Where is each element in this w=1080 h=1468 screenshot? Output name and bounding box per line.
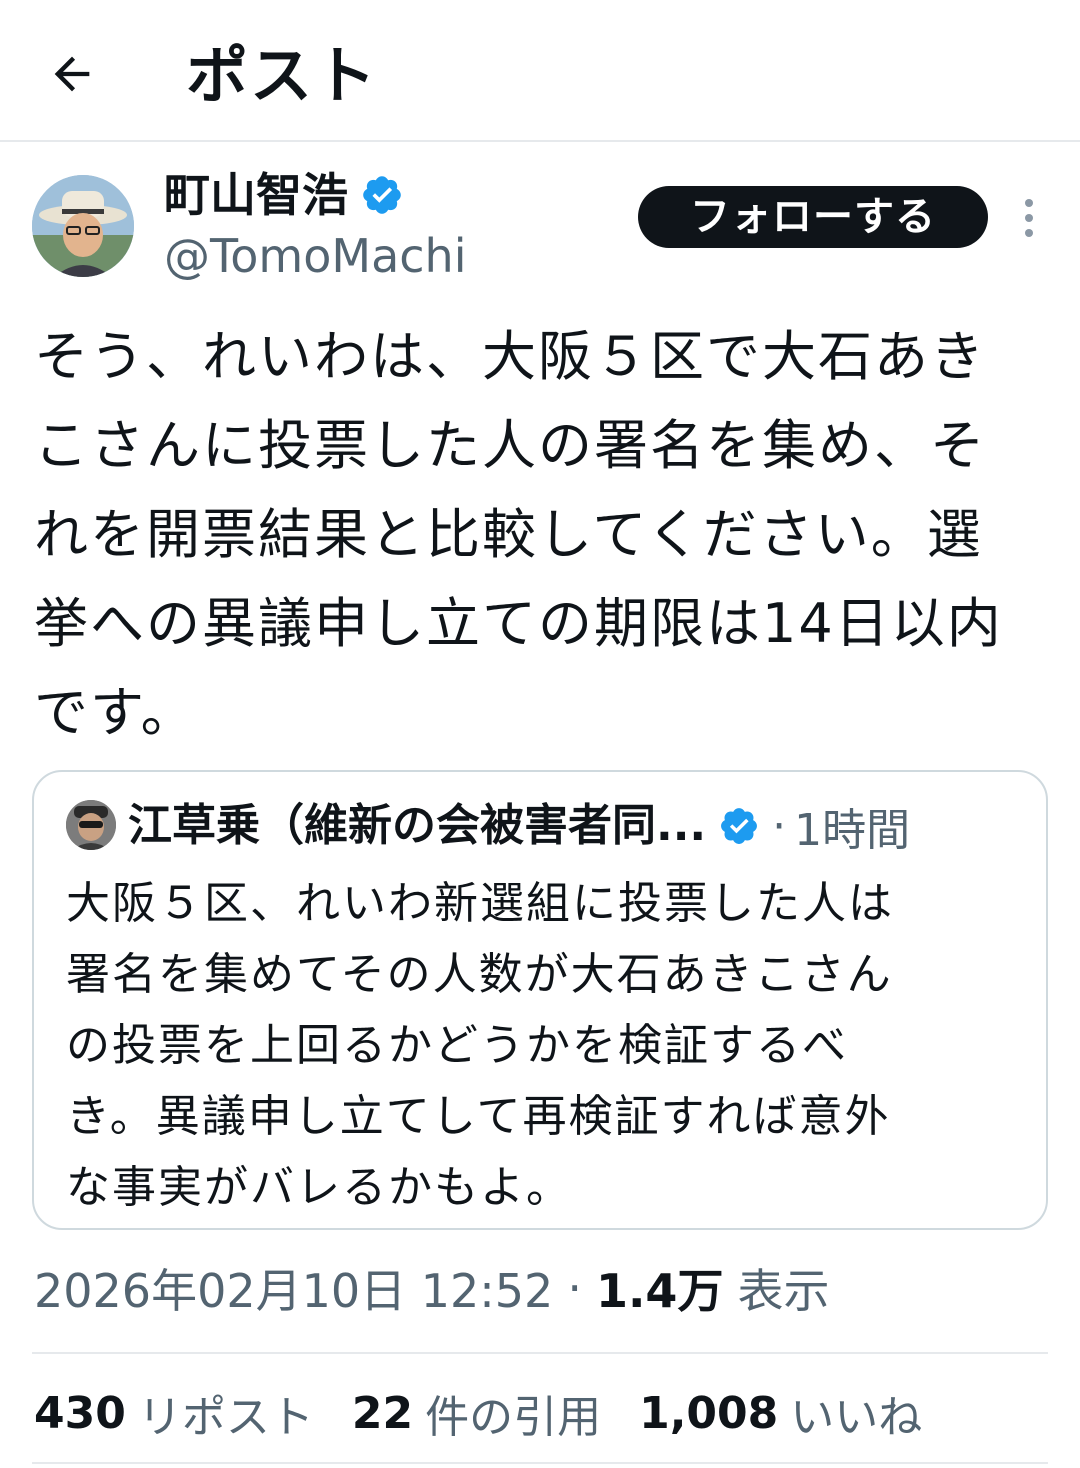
- quoted-post-text: 大阪５区、れいわ新選組に投票した人は 署名を集めてその人数が大石あきこさん の投…: [66, 878, 894, 1213]
- author-name-row: 町山智浩: [164, 162, 404, 228]
- quoted-separator: ·: [772, 800, 787, 852]
- user-avatar: [32, 175, 134, 277]
- views-count: 1.4万: [595, 1264, 724, 1318]
- stat-count: 1,008: [639, 1387, 779, 1439]
- stat-label: いいね: [790, 1392, 923, 1443]
- quoted-post-card[interactable]: 江草乗（維新の会被害者同... · 1時間 大阪５区、れいわ新選組に投票した人は…: [32, 770, 1048, 1230]
- post-meta: 2026年02月10日 12:52 · 1.4万 表示: [34, 1256, 829, 1320]
- verified-badge-icon: [721, 808, 758, 844]
- engagement-stats: 430 リポスト 22 件の引用 1,008 いいね: [34, 1380, 960, 1446]
- author-name[interactable]: 町山智浩: [164, 165, 348, 225]
- stat-label: 件の引用: [425, 1392, 602, 1443]
- post-body-text: そう、れいわは、大阪５区で大石あき こさんに投票した人の署名を集め、そ れを開票…: [34, 325, 1003, 744]
- verified-badge-icon: [363, 176, 401, 214]
- stat-count: 430: [34, 1387, 126, 1439]
- stat-label: リポスト: [137, 1392, 314, 1443]
- top-bar: ポスト: [0, 0, 1080, 142]
- quoted-post-time: 1時間: [794, 805, 911, 856]
- arrow-left-icon[interactable]: [46, 48, 98, 100]
- stat-quotes[interactable]: 22 件の引用: [352, 1381, 601, 1445]
- more-vertical-icon[interactable]: [1015, 196, 1043, 240]
- author-avatar[interactable]: [32, 175, 134, 277]
- stat-count: 22: [351, 1387, 414, 1439]
- user-avatar: [66, 800, 116, 850]
- follow-button[interactable]: フォローする: [638, 186, 988, 248]
- meta-separator: ·: [567, 1261, 582, 1315]
- stat-likes[interactable]: 1,008 いいね: [639, 1381, 922, 1445]
- quoted-post-header: 江草乗（維新の会被害者同... · 1時間: [128, 796, 910, 856]
- quoted-author-name: 江草乗（維新の会被害者同...: [128, 800, 707, 851]
- author-handle[interactable]: @TomoMachi: [164, 226, 466, 286]
- stat-reposts[interactable]: 430 リポスト: [34, 1381, 314, 1445]
- views-label: 表示: [737, 1264, 830, 1318]
- quoted-author-avatar: [66, 800, 116, 850]
- divider: [32, 1462, 1048, 1464]
- page-title: ポスト: [186, 39, 379, 112]
- divider: [32, 1352, 1048, 1354]
- post-datetime[interactable]: 2026年02月10日 12:52: [34, 1255, 553, 1321]
